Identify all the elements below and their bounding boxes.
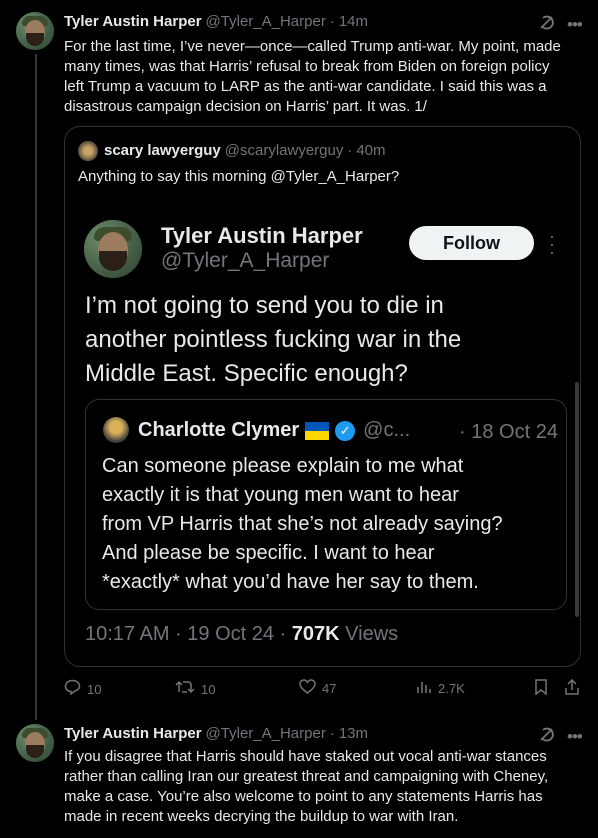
reply-button[interactable]: 10 bbox=[64, 679, 101, 699]
quoted-header: scary lawyerguy @scarylawyerguy · 40m bbox=[104, 142, 386, 159]
avatar[interactable] bbox=[16, 12, 54, 50]
reply-icon bbox=[64, 679, 81, 699]
screenshot-text-line: I’m not going to send you to die in bbox=[85, 292, 444, 319]
share-button[interactable] bbox=[564, 678, 580, 699]
screenshot-author-name: Tyler Austin Harper bbox=[161, 223, 363, 248]
views-count: 2.7K bbox=[438, 681, 465, 696]
tweet-header-actions: ••• bbox=[538, 726, 583, 746]
tweet-1[interactable]: Tyler Austin Harper @Tyler_A_Harper · 14… bbox=[0, 0, 598, 720]
separator-dot: · bbox=[347, 142, 353, 159]
inner-quote-time: · 18 Oct 24 bbox=[459, 421, 558, 443]
quoted-author-handle: @scarylawyerguy bbox=[224, 142, 344, 159]
retweet-button[interactable]: 10 bbox=[175, 679, 215, 699]
inner-quote-author-name: Charlotte Clymer bbox=[138, 419, 300, 441]
tweet-text-line: rather than calling Iran our greatest th… bbox=[64, 768, 549, 785]
author-handle[interactable]: @Tyler_A_Harper bbox=[206, 13, 326, 30]
separator-dot: · bbox=[329, 725, 335, 742]
screenshot-text-line: Middle East. Specific enough? bbox=[85, 360, 408, 387]
inner-quote-line: exactly it is that young men want to hea… bbox=[102, 484, 459, 506]
screenshot-views-count: 707K bbox=[291, 623, 340, 645]
quoted-author-name: scary lawyerguy bbox=[104, 142, 221, 159]
tweet-text-line: make a case. You’re also welcome to poin… bbox=[64, 788, 543, 805]
screenshot-timestamp: 10:17 AM · 19 Oct 24 · bbox=[85, 623, 292, 645]
tweet-header: Tyler Austin Harper @Tyler_A_Harper · 14… bbox=[64, 13, 368, 30]
tweet-2[interactable]: Tyler Austin Harper @Tyler_A_Harper · 13… bbox=[0, 720, 598, 838]
separator-dot: · bbox=[329, 13, 335, 30]
verified-icon: ✓ bbox=[335, 420, 356, 441]
like-button[interactable]: 47 bbox=[299, 679, 336, 698]
grok-icon[interactable] bbox=[538, 726, 555, 746]
follow-button: Follow bbox=[409, 226, 534, 260]
screenshot-inner-quote: Charlotte Clymer ✓ @c... · 18 Oct 24 Can… bbox=[85, 399, 567, 610]
timestamp[interactable]: 13m bbox=[339, 725, 368, 742]
bookmark-icon bbox=[534, 679, 548, 699]
tweet-actions: 10 10 47 2.7K bbox=[64, 678, 584, 701]
author-name[interactable]: Tyler Austin Harper bbox=[64, 13, 202, 30]
like-icon bbox=[299, 679, 316, 698]
screenshot-scrollbar bbox=[575, 382, 579, 617]
more-icon[interactable]: ••• bbox=[567, 728, 583, 745]
quoted-avatar bbox=[78, 141, 98, 161]
author-handle[interactable]: @Tyler_A_Harper bbox=[206, 725, 326, 742]
inner-quote-line: from VP Harris that she’s not already sa… bbox=[102, 513, 503, 535]
tweet-text-line: made in recent weeks decrying the buildu… bbox=[64, 808, 459, 825]
views-icon bbox=[416, 679, 432, 698]
screenshot-views-label: Views bbox=[339, 623, 399, 645]
views-button[interactable]: 2.7K bbox=[416, 679, 465, 698]
ukraine-flag-icon bbox=[305, 421, 330, 440]
screenshot-text: I’m not going to send you to die in anot… bbox=[85, 289, 555, 391]
share-icon bbox=[564, 678, 580, 699]
tweet-text-line: For the last time, I’ve never—once—calle… bbox=[64, 38, 561, 55]
inner-quote-text: Can someone please explain to me what ex… bbox=[102, 452, 562, 597]
screenshot-avatar bbox=[84, 220, 142, 278]
tweet-text-line: left Trump a vacuum to LARP as the anti-… bbox=[64, 78, 547, 95]
avatar[interactable] bbox=[16, 724, 54, 762]
tweet-text-line: many times, was that Harris’ refusal to … bbox=[64, 58, 550, 75]
screenshot-text-line: another pointless fucking war in the bbox=[85, 326, 462, 353]
tweet-text: For the last time, I’ve never—once—calle… bbox=[64, 37, 584, 117]
timestamp[interactable]: 14m bbox=[339, 13, 368, 30]
inner-quote-header: Charlotte Clymer ✓ @c... bbox=[138, 419, 410, 442]
bookmark-button[interactable] bbox=[534, 679, 548, 699]
inner-quote-line: Can someone please explain to me what bbox=[102, 455, 464, 477]
tweet-header: Tyler Austin Harper @Tyler_A_Harper · 13… bbox=[64, 725, 368, 742]
tweet-text: If you disagree that Harris should have … bbox=[64, 747, 584, 827]
like-count: 47 bbox=[322, 681, 337, 696]
tweet-header-actions: ••• bbox=[538, 14, 583, 34]
retweet-icon bbox=[175, 679, 195, 699]
author-name[interactable]: Tyler Austin Harper bbox=[64, 725, 202, 742]
inner-quote-line: And please be specific. I want to hear bbox=[102, 542, 435, 564]
screenshot-author-handle: @Tyler_A_Harper bbox=[161, 249, 330, 272]
reply-count: 10 bbox=[87, 681, 102, 697]
quoted-text: Anything to say this morning @Tyler_A_Ha… bbox=[78, 168, 400, 185]
more-icon[interactable]: ••• bbox=[567, 16, 583, 33]
quoted-media-image[interactable]: Tyler Austin Harper @Tyler_A_Harper Foll… bbox=[66, 202, 579, 665]
inner-quote-handle: @c... bbox=[363, 419, 411, 441]
tweet-text-line: disastrous campaign decision on Harris’ … bbox=[64, 98, 427, 115]
retweet-count: 10 bbox=[201, 681, 216, 697]
grok-icon[interactable] bbox=[538, 14, 555, 34]
more-vertical-icon: · · · bbox=[549, 226, 555, 262]
screenshot-meta: 10:17 AM · 19 Oct 24 · 707K Views bbox=[85, 623, 398, 646]
quoted-timestamp: 40m bbox=[356, 142, 386, 159]
tweet-text-line: If you disagree that Harris should have … bbox=[64, 748, 547, 765]
inner-quote-avatar bbox=[103, 417, 129, 443]
inner-quote-line: *exactly* what you’d have her say to the… bbox=[102, 571, 479, 593]
